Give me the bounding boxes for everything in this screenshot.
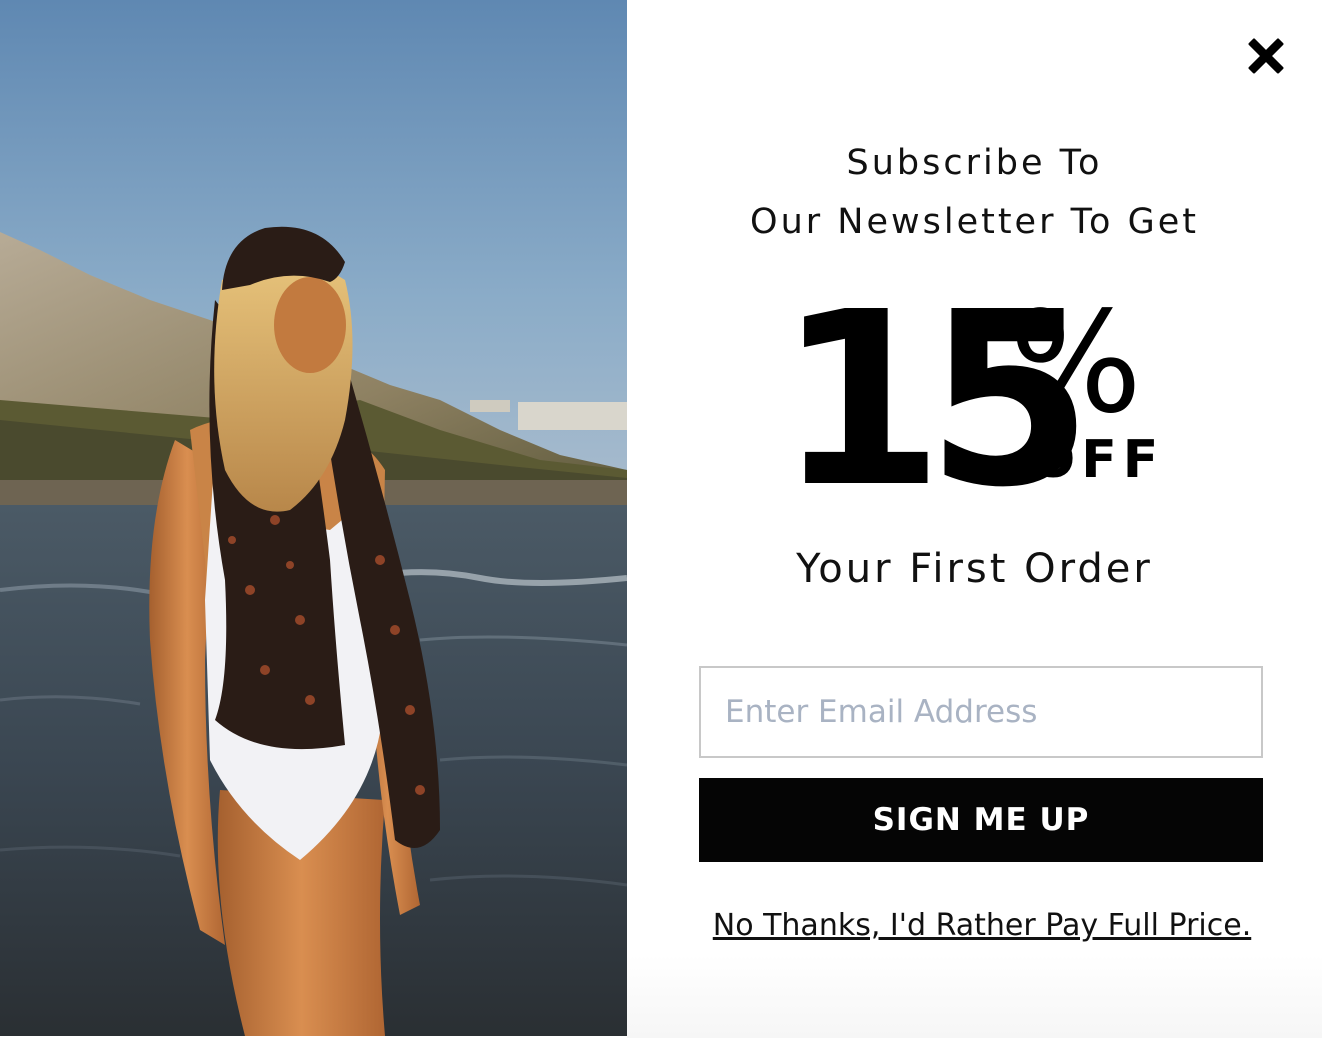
headline-line-2: Our Newsletter To Get bbox=[750, 202, 1199, 242]
headline-line-1: Subscribe To bbox=[846, 143, 1103, 183]
popup-content: Subscribe To Our Newsletter To Get 15 % … bbox=[627, 0, 1322, 1038]
discount-percent-sign: % bbox=[1009, 282, 1143, 445]
email-input[interactable] bbox=[699, 666, 1263, 758]
hero-photo bbox=[0, 0, 627, 1036]
newsletter-popup: Subscribe To Our Newsletter To Get 15 % … bbox=[0, 0, 1322, 1038]
decline-link[interactable]: No Thanks, I'd Rather Pay Full Price. bbox=[627, 908, 1322, 943]
beach-model-image bbox=[0, 0, 627, 1036]
close-button[interactable] bbox=[1244, 34, 1288, 78]
discount-block: 15 % OFF bbox=[777, 280, 1177, 520]
headline-line-3: Your First Order bbox=[796, 546, 1153, 592]
sign-up-button[interactable]: SIGN ME UP bbox=[699, 778, 1263, 862]
close-icon[interactable] bbox=[1244, 34, 1288, 78]
discount-off-label: OFF bbox=[1031, 430, 1165, 490]
